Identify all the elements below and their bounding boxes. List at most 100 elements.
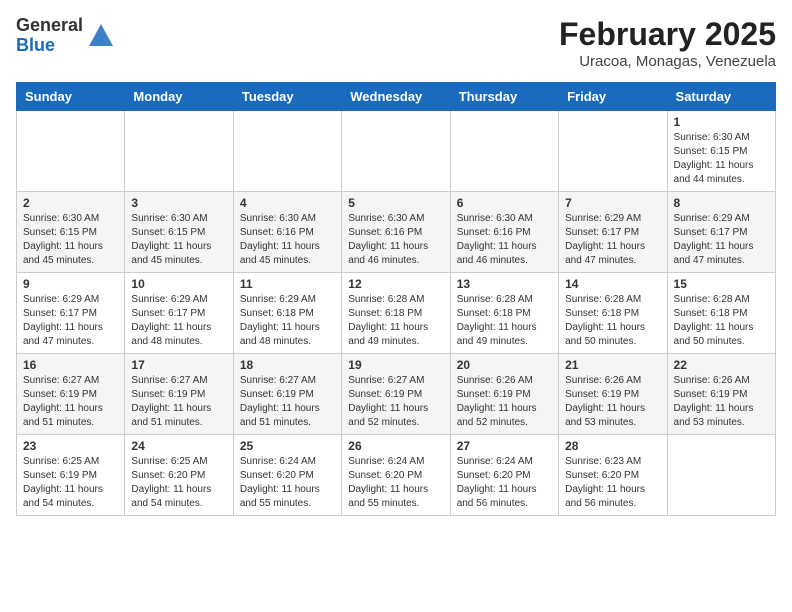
calendar-cell: 18Sunrise: 6:27 AM Sunset: 6:19 PM Dayli… bbox=[233, 354, 341, 435]
calendar-cell: 14 Sunrise: 6:28 AM Sunset: 6:18 PM Dayli… bbox=[559, 273, 667, 354]
calendar-cell: 4 Sunrise: 6:30 AM Sunset: 6:16 PM Daylig… bbox=[233, 192, 341, 273]
day-number: 13 bbox=[457, 277, 552, 291]
calendar-cell: 6Sunrise: 6:30 AM Sunset: 6:16 PM Daylig… bbox=[450, 192, 558, 273]
weekday-header-row: SundayMondayTuesdayWednesdayThursdayFrid… bbox=[17, 83, 776, 111]
calendar-cell: 24 Sunrise: 6:25 AM Sunset: 6:20 PM Dayli… bbox=[125, 435, 233, 516]
day-info: Sunrise: 6:24 AM Sunset: 6:20 PM Dayligh… bbox=[240, 455, 335, 511]
calendar-week-row: 16 Sunrise: 6:27 AM Sunset: 6:19 PM Dayli… bbox=[17, 354, 776, 435]
day-info: Sunrise: 6:26 AM Sunset: 6:19 PM Dayligh… bbox=[674, 374, 769, 430]
logo-blue-text: Blue bbox=[16, 36, 83, 56]
day-info: Sunrise: 6:29 AM Sunset: 6:17 PM Dayligh… bbox=[131, 293, 226, 349]
day-info: Sunrise: 6:30 AM Sunset: 6:16 PM Dayligh… bbox=[457, 212, 552, 268]
month-title: February 2025 bbox=[559, 16, 776, 53]
calendar-week-row: 23 Sunrise: 6:25 AM Sunset: 6:19 PM Dayli… bbox=[17, 435, 776, 516]
day-info: Sunrise: 6:27 AM Sunset: 6:19 PM Dayligh… bbox=[240, 374, 335, 430]
day-number: 15 bbox=[674, 277, 769, 291]
day-info: Sunrise: 6:29 AM Sunset: 6:17 PM Dayligh… bbox=[674, 212, 769, 268]
day-number: 9 bbox=[23, 277, 118, 291]
day-info: Sunrise: 6:30 AM Sunset: 6:15 PM Dayligh… bbox=[674, 131, 769, 187]
calendar-cell: 8Sunrise: 6:29 AM Sunset: 6:17 PM Daylig… bbox=[667, 192, 775, 273]
day-info: Sunrise: 6:23 AM Sunset: 6:20 PM Dayligh… bbox=[565, 455, 660, 511]
day-number: 7 bbox=[565, 196, 660, 210]
calendar-cell bbox=[233, 111, 341, 192]
day-number: 11 bbox=[240, 277, 335, 291]
calendar-week-row: 1 Sunrise: 6:30 AM Sunset: 6:15 PM Daylig… bbox=[17, 111, 776, 192]
calendar-cell: 27Sunrise: 6:24 AM Sunset: 6:20 PM Dayli… bbox=[450, 435, 558, 516]
day-info: Sunrise: 6:30 AM Sunset: 6:15 PM Dayligh… bbox=[23, 212, 118, 268]
day-info: Sunrise: 6:26 AM Sunset: 6:19 PM Dayligh… bbox=[457, 374, 552, 430]
weekday-header-monday: Monday bbox=[125, 83, 233, 111]
calendar-week-row: 2 Sunrise: 6:30 AM Sunset: 6:15 PM Daylig… bbox=[17, 192, 776, 273]
day-info: Sunrise: 6:24 AM Sunset: 6:20 PM Dayligh… bbox=[348, 455, 443, 511]
day-number: 27 bbox=[457, 439, 552, 453]
calendar-cell bbox=[342, 111, 450, 192]
day-number: 24 bbox=[131, 439, 226, 453]
calendar-cell: 21 Sunrise: 6:26 AM Sunset: 6:19 PM Dayli… bbox=[559, 354, 667, 435]
calendar-cell: 11 Sunrise: 6:29 AM Sunset: 6:18 PM Dayli… bbox=[233, 273, 341, 354]
calendar-table: SundayMondayTuesdayWednesdayThursdayFrid… bbox=[16, 82, 776, 516]
day-number: 14 bbox=[565, 277, 660, 291]
day-info: Sunrise: 6:26 AM Sunset: 6:19 PM Dayligh… bbox=[565, 374, 660, 430]
day-number: 22 bbox=[674, 358, 769, 372]
day-number: 17 bbox=[131, 358, 226, 372]
day-info: Sunrise: 6:30 AM Sunset: 6:15 PM Dayligh… bbox=[131, 212, 226, 268]
weekday-header-thursday: Thursday bbox=[450, 83, 558, 111]
calendar-cell: 10 Sunrise: 6:29 AM Sunset: 6:17 PM Dayli… bbox=[125, 273, 233, 354]
day-number: 10 bbox=[131, 277, 226, 291]
calendar-cell: 20 Sunrise: 6:26 AM Sunset: 6:19 PM Dayli… bbox=[450, 354, 558, 435]
day-info: Sunrise: 6:30 AM Sunset: 6:16 PM Dayligh… bbox=[240, 212, 335, 268]
calendar-cell: 5 Sunrise: 6:30 AM Sunset: 6:16 PM Daylig… bbox=[342, 192, 450, 273]
day-info: Sunrise: 6:27 AM Sunset: 6:19 PM Dayligh… bbox=[131, 374, 226, 430]
day-number: 12 bbox=[348, 277, 443, 291]
calendar-cell: 16 Sunrise: 6:27 AM Sunset: 6:19 PM Dayli… bbox=[17, 354, 125, 435]
day-info: Sunrise: 6:28 AM Sunset: 6:18 PM Dayligh… bbox=[348, 293, 443, 349]
weekday-header-sunday: Sunday bbox=[17, 83, 125, 111]
day-info: Sunrise: 6:28 AM Sunset: 6:18 PM Dayligh… bbox=[565, 293, 660, 349]
day-info: Sunrise: 6:28 AM Sunset: 6:18 PM Dayligh… bbox=[457, 293, 552, 349]
weekday-header-tuesday: Tuesday bbox=[233, 83, 341, 111]
day-info: Sunrise: 6:25 AM Sunset: 6:20 PM Dayligh… bbox=[131, 455, 226, 511]
day-number: 16 bbox=[23, 358, 118, 372]
day-info: Sunrise: 6:29 AM Sunset: 6:18 PM Dayligh… bbox=[240, 293, 335, 349]
location-subtitle: Uracoa, Monagas, Venezuela bbox=[559, 53, 776, 70]
day-info: Sunrise: 6:30 AM Sunset: 6:16 PM Dayligh… bbox=[348, 212, 443, 268]
calendar-cell bbox=[559, 111, 667, 192]
day-info: Sunrise: 6:29 AM Sunset: 6:17 PM Dayligh… bbox=[23, 293, 118, 349]
calendar-cell: 9 Sunrise: 6:29 AM Sunset: 6:17 PM Daylig… bbox=[17, 273, 125, 354]
logo-icon bbox=[87, 22, 115, 50]
weekday-header-saturday: Saturday bbox=[667, 83, 775, 111]
day-number: 4 bbox=[240, 196, 335, 210]
logo: General Blue bbox=[16, 16, 115, 56]
calendar-cell bbox=[667, 435, 775, 516]
day-number: 26 bbox=[348, 439, 443, 453]
calendar-cell: 7 Sunrise: 6:29 AM Sunset: 6:17 PM Daylig… bbox=[559, 192, 667, 273]
day-number: 28 bbox=[565, 439, 660, 453]
title-block: February 2025 Uracoa, Monagas, Venezuela bbox=[559, 16, 776, 70]
calendar-cell: 1 Sunrise: 6:30 AM Sunset: 6:15 PM Daylig… bbox=[667, 111, 775, 192]
calendar-cell: 26 Sunrise: 6:24 AM Sunset: 6:20 PM Dayli… bbox=[342, 435, 450, 516]
calendar-cell: 22 Sunrise: 6:26 AM Sunset: 6:19 PM Dayli… bbox=[667, 354, 775, 435]
calendar-cell: 17 Sunrise: 6:27 AM Sunset: 6:19 PM Dayli… bbox=[125, 354, 233, 435]
day-info: Sunrise: 6:29 AM Sunset: 6:17 PM Dayligh… bbox=[565, 212, 660, 268]
day-info: Sunrise: 6:28 AM Sunset: 6:18 PM Dayligh… bbox=[674, 293, 769, 349]
day-number: 25 bbox=[240, 439, 335, 453]
logo-general-text: General bbox=[16, 16, 83, 36]
day-info: Sunrise: 6:25 AM Sunset: 6:19 PM Dayligh… bbox=[23, 455, 118, 511]
day-info: Sunrise: 6:27 AM Sunset: 6:19 PM Dayligh… bbox=[23, 374, 118, 430]
calendar-cell bbox=[17, 111, 125, 192]
weekday-header-friday: Friday bbox=[559, 83, 667, 111]
day-number: 5 bbox=[348, 196, 443, 210]
calendar-cell: 13 Sunrise: 6:28 AM Sunset: 6:18 PM Dayli… bbox=[450, 273, 558, 354]
calendar-cell: 3Sunrise: 6:30 AM Sunset: 6:15 PM Daylig… bbox=[125, 192, 233, 273]
day-number: 2 bbox=[23, 196, 118, 210]
day-number: 1 bbox=[674, 115, 769, 129]
calendar-cell: 15 Sunrise: 6:28 AM Sunset: 6:18 PM Dayli… bbox=[667, 273, 775, 354]
day-number: 21 bbox=[565, 358, 660, 372]
day-info: Sunrise: 6:27 AM Sunset: 6:19 PM Dayligh… bbox=[348, 374, 443, 430]
calendar-cell: 28 Sunrise: 6:23 AM Sunset: 6:20 PM Dayli… bbox=[559, 435, 667, 516]
day-number: 23 bbox=[23, 439, 118, 453]
calendar-cell bbox=[125, 111, 233, 192]
day-number: 19 bbox=[348, 358, 443, 372]
calendar-cell: 25 Sunrise: 6:24 AM Sunset: 6:20 PM Dayli… bbox=[233, 435, 341, 516]
day-number: 20 bbox=[457, 358, 552, 372]
